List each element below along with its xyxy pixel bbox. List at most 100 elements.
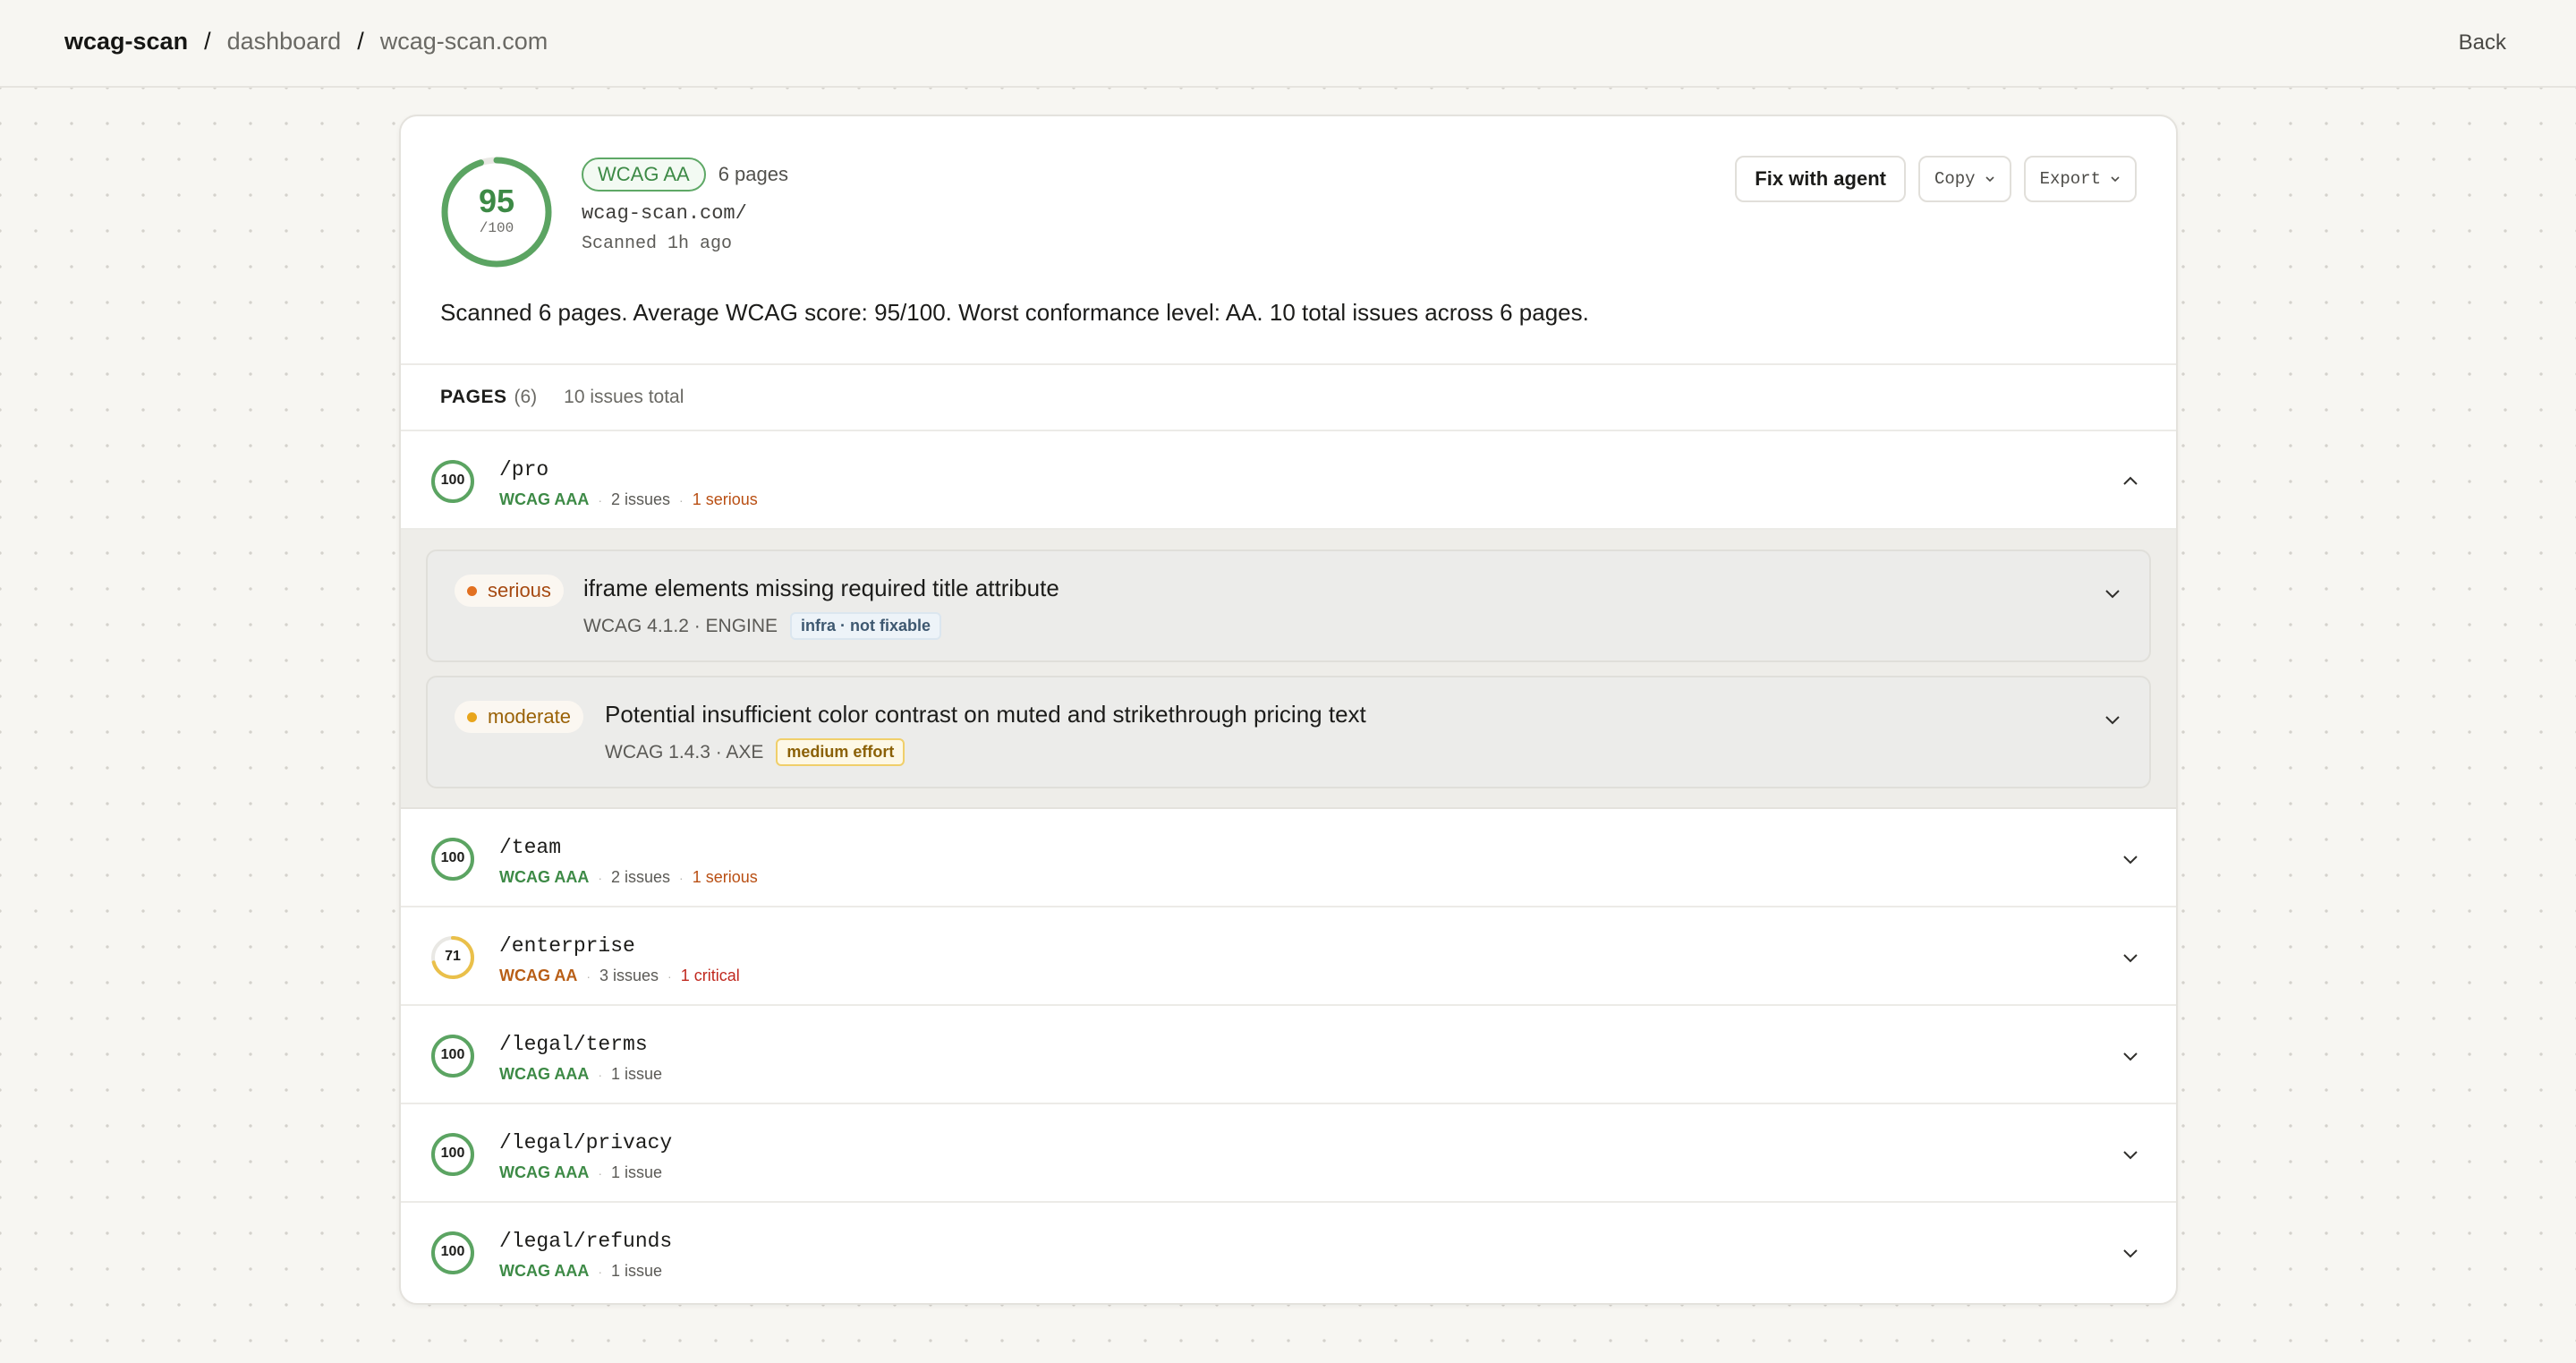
page-issues: 1 issue xyxy=(611,1065,663,1083)
page-row-legal-terms[interactable]: 100 /legal/terms WCAG AAA · 1 issue xyxy=(401,1006,2176,1104)
page-issues-panel: serious iframe elements missing required… xyxy=(401,530,2176,809)
separator-dot: · xyxy=(679,870,684,885)
breadcrumb-dashboard[interactable]: dashboard xyxy=(227,28,342,55)
overall-score-ring: 95 /100 xyxy=(440,156,553,268)
severity-dot xyxy=(467,711,477,722)
page-score: 71 xyxy=(445,949,461,964)
scan-meta: WCAG AA 6 pages wcag-scan.com/ Scanned 1… xyxy=(582,158,788,254)
page-path: /legal/terms xyxy=(499,1033,648,1056)
page-path: /legal/privacy xyxy=(499,1131,673,1154)
separator-dot: · xyxy=(586,968,591,984)
page-score-ring: 100 xyxy=(429,1131,476,1178)
total-issues: 10 issues total xyxy=(564,387,684,407)
page-severity: 1 serious xyxy=(692,868,758,886)
copy-dropdown-button[interactable]: Copy xyxy=(1917,156,2011,202)
chevron-down-icon[interactable] xyxy=(2121,849,2140,869)
separator-dot: · xyxy=(598,1165,602,1180)
chevron-down-icon xyxy=(1985,176,1994,183)
page-score-ring: 71 xyxy=(429,934,476,981)
pages-section-header: PAGES (6) 10 issues total xyxy=(401,365,2176,431)
page-meta: WCAG AA · 3 issues · 1 critical xyxy=(499,967,740,985)
breadcrumb-root[interactable]: wcag-scan xyxy=(64,28,188,55)
pages-count: 6 pages xyxy=(718,163,788,185)
separator-dot: · xyxy=(598,492,602,507)
page-row-legal-privacy[interactable]: 100 /legal/privacy WCAG AAA · 1 issue xyxy=(401,1104,2176,1203)
breadcrumb-separator: / xyxy=(204,28,211,55)
page-meta: WCAG AAA · 1 issue xyxy=(499,1163,662,1182)
chevron-down-icon[interactable] xyxy=(2103,710,2122,729)
pages-count-badge: (6) xyxy=(514,387,538,407)
back-button[interactable]: Back xyxy=(2459,30,2506,55)
overall-score-max: /100 xyxy=(479,220,514,236)
page-level: WCAG AAA xyxy=(499,868,590,886)
chevron-up-icon[interactable] xyxy=(2121,472,2140,491)
page-row-team[interactable]: 100 /team WCAG AAA · 2 issues · 1 seriou… xyxy=(401,809,2176,907)
page-row-pro[interactable]: 100 /pro WCAG AAA · 2 issues · 1 serious xyxy=(401,431,2176,530)
issue-tag: infra · not fixable xyxy=(790,612,942,640)
chevron-down-icon[interactable] xyxy=(2121,1145,2140,1164)
issue-criterion: WCAG 1.4.3 · AXE xyxy=(605,741,764,762)
issue-tag: medium effort xyxy=(776,738,905,766)
chevron-down-icon[interactable] xyxy=(2121,1243,2140,1263)
scan-summary-text: Scanned 6 pages. Average WCAG score: 95/… xyxy=(440,299,1589,326)
fix-with-agent-button[interactable]: Fix with agent xyxy=(1735,156,1906,202)
top-bar: wcag-scan / dashboard / wcag-scan.com Ba… xyxy=(0,0,2576,88)
page-path: /team xyxy=(499,836,562,859)
separator-dot: · xyxy=(598,1264,602,1279)
page-path: /pro xyxy=(499,458,549,481)
chevron-down-icon[interactable] xyxy=(2121,1046,2140,1066)
separator-dot: · xyxy=(598,1067,602,1082)
page-score: 100 xyxy=(440,1244,465,1259)
page-score: 100 xyxy=(440,1047,465,1062)
severity-pill-moderate: moderate xyxy=(455,701,583,733)
page-issues: 1 issue xyxy=(611,1163,663,1181)
severity-pill-serious: serious xyxy=(455,575,564,607)
report-actions: Fix with agent Copy Export xyxy=(1735,156,2137,202)
scanned-url: wcag-scan.com/ xyxy=(582,202,747,225)
issue-title: iframe elements missing required title a… xyxy=(583,575,1059,601)
export-label: Export xyxy=(2039,169,2101,189)
page-path: /enterprise xyxy=(499,934,635,958)
severity-label: moderate xyxy=(488,705,571,728)
scanned-time: Scanned 1h ago xyxy=(582,234,733,254)
page-row-legal-refunds[interactable]: 100 /legal/refunds WCAG AAA · 1 issue xyxy=(401,1203,2176,1301)
breadcrumb-separator: / xyxy=(357,28,364,55)
issue-card[interactable]: serious iframe elements missing required… xyxy=(426,549,2151,662)
page-issues: 3 issues xyxy=(599,967,659,984)
page-score: 100 xyxy=(440,473,465,488)
page-score-ring: 100 xyxy=(429,1230,476,1276)
issue-card[interactable]: moderate Potential insufficient color co… xyxy=(426,676,2151,788)
scan-summary: 95 /100 WCAG AA 6 pages wcag-scan.com/ S… xyxy=(401,116,2176,365)
page-meta: WCAG AAA · 1 issue xyxy=(499,1065,662,1084)
page-issues: 1 issue xyxy=(611,1262,663,1280)
fix-with-agent-label: Fix with agent xyxy=(1755,167,1886,190)
chevron-down-icon[interactable] xyxy=(2103,584,2122,603)
breadcrumb-current: wcag-scan.com xyxy=(379,28,548,55)
conformance-badge: WCAG AA xyxy=(582,158,706,192)
severity-label: serious xyxy=(488,579,551,601)
issue-meta: WCAG 1.4.3 · AXE medium effort xyxy=(605,738,905,766)
issue-meta: WCAG 4.1.2 · ENGINE infra · not fixable xyxy=(583,612,942,640)
chevron-down-icon[interactable] xyxy=(2121,948,2140,967)
separator-dot: · xyxy=(598,870,602,885)
copy-label: Copy xyxy=(1934,169,1976,189)
page-issues: 2 issues xyxy=(611,868,671,886)
page-row-enterprise[interactable]: 71 /enterprise WCAG AA · 3 issues · 1 cr… xyxy=(401,907,2176,1006)
page-level: WCAG AA xyxy=(499,967,578,984)
page-issues: 2 issues xyxy=(611,490,671,508)
page-severity: 1 critical xyxy=(680,967,740,984)
page-score: 100 xyxy=(440,1146,465,1161)
export-dropdown-button[interactable]: Export xyxy=(2023,156,2137,202)
page-meta: WCAG AAA · 2 issues · 1 serious xyxy=(499,490,758,509)
page-score: 100 xyxy=(440,850,465,865)
page-score-ring: 100 xyxy=(429,1033,476,1079)
page-score-ring: 100 xyxy=(429,458,476,505)
issue-criterion: WCAG 4.1.2 · ENGINE xyxy=(583,615,778,636)
page-level: WCAG AAA xyxy=(499,1163,590,1181)
separator-dot: · xyxy=(679,492,684,507)
page-level: WCAG AAA xyxy=(499,490,590,508)
severity-dot xyxy=(467,585,477,596)
scan-report-card: 95 /100 WCAG AA 6 pages wcag-scan.com/ S… xyxy=(399,115,2178,1305)
issue-title: Potential insufficient color contrast on… xyxy=(605,701,1366,728)
chevron-down-icon xyxy=(2111,176,2120,183)
